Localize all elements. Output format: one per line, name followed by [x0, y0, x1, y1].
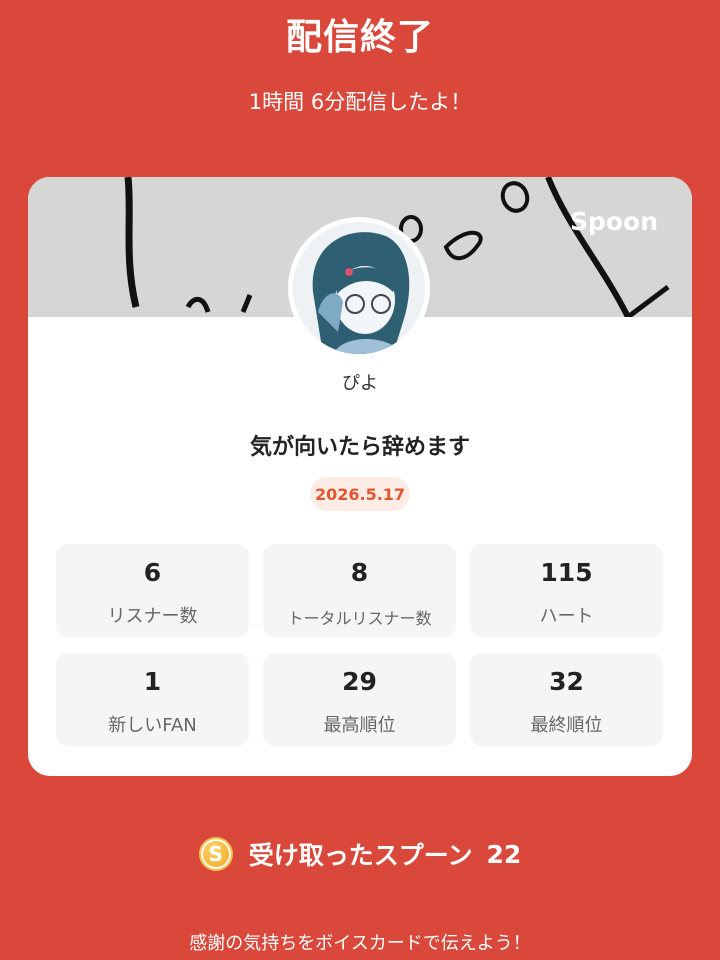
stat-label: ハート	[539, 606, 594, 627]
stat-listeners: 6 リスナー数	[56, 544, 249, 637]
stat-label: 新しいFAN	[108, 715, 197, 736]
stats-grid: 6 リスナー数 8 トータルリスナー数 115 ハート 1 新しいFAN 29 …	[56, 544, 664, 746]
stat-value: 29	[342, 667, 377, 696]
stat-new-fans: 1 新しいFAN	[56, 653, 249, 746]
stat-label: リスナー数	[107, 606, 198, 627]
stat-value: 115	[540, 558, 593, 587]
avatar-image	[293, 222, 425, 354]
voice-card-prompt[interactable]: 感謝の気持ちをボイスカードで伝えよう！	[0, 929, 720, 955]
stat-final-rank: 32 最終順位	[470, 653, 663, 746]
date-badge: 2026.5.17	[310, 477, 410, 511]
stat-total-listeners: 8 トータルリスナー数	[263, 544, 456, 637]
page-title: 配信終了	[285, 17, 434, 58]
spoons-label: 受け取ったスプーン	[248, 841, 473, 870]
stat-label: 最高順位	[323, 715, 396, 736]
result-card: Spoon ぴよ 気が向いたら辞めます 2026.5.17 6 リスナー数 8	[28, 177, 692, 776]
received-spoons: S 受け取ったスプーン 22	[0, 834, 720, 874]
stat-value: 6	[143, 558, 162, 587]
stat-value: 1	[143, 667, 162, 696]
avatar[interactable]	[288, 217, 430, 359]
stat-value: 32	[549, 667, 584, 696]
live-title: 気が向いたら辞めます	[249, 435, 470, 460]
spoons-count: 22	[486, 839, 522, 869]
stat-label: 最終順位	[530, 715, 603, 736]
host-username: ぴよ	[342, 373, 378, 394]
broadcast-duration: 1時間 6分配信したよ！	[248, 90, 472, 114]
spoon-coin-icon: S	[198, 837, 233, 871]
stat-hearts: 115 ハート	[470, 544, 663, 637]
spoon-logo: Spoon	[569, 207, 658, 236]
stat-highest-rank: 29 最高順位	[263, 653, 456, 746]
stat-label: トータルリスナー数	[287, 609, 432, 628]
stat-value: 8	[350, 558, 369, 587]
